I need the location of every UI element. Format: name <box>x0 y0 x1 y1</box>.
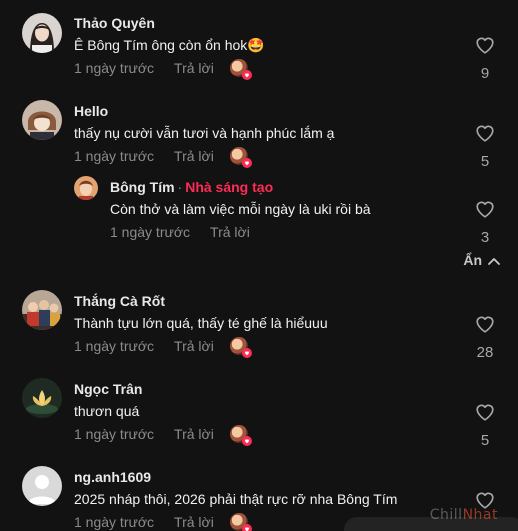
like-count: 9 <box>480 65 490 82</box>
watermark: ChillNhat <box>430 507 498 523</box>
comments-panel: Thảo Quyên Ê Bông Tím ông còn ổn hok🤩 1 … <box>0 0 518 531</box>
heart-outline-icon[interactable] <box>472 36 498 59</box>
avatar[interactable] <box>22 100 62 140</box>
reply-button[interactable]: Trả lời <box>174 337 214 355</box>
heart-badge-icon <box>241 524 252 531</box>
like-count: 5 <box>480 153 490 170</box>
default-avatar-icon[interactable] <box>22 466 62 506</box>
reply-text: Còn thở và làm việc mỗi ngày là uki rồi … <box>110 201 371 217</box>
timestamp: 1 ngày trước <box>74 514 155 530</box>
like-count: 28 <box>476 344 494 361</box>
heart-outline-icon[interactable] <box>472 124 498 147</box>
separator: · <box>177 179 183 195</box>
comment-text: Thành tựu lớn quá, thấy té ghế là hiểuuu <box>74 315 328 331</box>
comment-text: 2025 nháp thôi, 2026 phải thật rực rỡ nh… <box>74 491 398 507</box>
heart-outline-icon[interactable] <box>472 200 498 223</box>
timestamp: 1 ngày trước <box>74 426 155 442</box>
creator-avatar[interactable] <box>74 176 98 200</box>
heart-badge-icon <box>241 70 252 80</box>
creator-liked-avatar <box>229 337 252 358</box>
reply-button[interactable]: Trả lời <box>174 425 214 443</box>
comment-text: Ê Bông Tím ông còn ổn hok🤩 <box>74 37 265 53</box>
creator-liked-avatar <box>229 513 252 531</box>
reply-button[interactable]: Trả lời <box>174 59 214 77</box>
heart-badge-icon <box>241 348 252 358</box>
creator-badge: Nhà sáng tạo <box>185 179 274 195</box>
timestamp: 1 ngày trước <box>74 60 155 76</box>
avatar[interactable] <box>22 378 62 418</box>
like-count: 3 <box>480 229 490 246</box>
creator-liked-avatar <box>229 147 252 168</box>
timestamp: 1 ngày trước <box>74 338 155 354</box>
username[interactable]: Thắng Cà Rốt <box>74 292 328 310</box>
reply-button[interactable]: Trả lời <box>174 147 214 165</box>
watermark-text: Chill <box>429 507 463 523</box>
comment-text: thươn quá <box>74 403 140 419</box>
comment-text: thấy nụ cười vẫn tươi và hạnh phúc lắm ạ <box>74 125 335 141</box>
chevron-up-icon <box>488 252 500 268</box>
reply-button[interactable]: Trả lời <box>210 223 250 241</box>
creator-liked-avatar <box>229 425 252 446</box>
avatar[interactable] <box>22 290 62 330</box>
reply-button[interactable]: Trả lời <box>174 513 214 531</box>
username[interactable]: Hello <box>74 102 334 120</box>
heart-badge-icon <box>241 158 252 168</box>
username[interactable]: Thảo Quyên <box>74 14 265 32</box>
like-count: 5 <box>480 432 490 449</box>
username[interactable]: ng.anh1609 <box>74 468 397 486</box>
creator-username[interactable]: Bông Tím <box>110 179 175 195</box>
watermark-highlight: Nhat <box>462 507 498 523</box>
heart-outline-icon[interactable] <box>472 403 498 426</box>
creator-liked-avatar <box>229 59 252 80</box>
avatar[interactable] <box>22 13 62 53</box>
timestamp: 1 ngày trước <box>74 148 155 164</box>
hide-replies-label: Ẩn <box>463 252 482 268</box>
hide-replies-button[interactable]: Ẩn <box>463 252 500 268</box>
username[interactable]: Ngọc Trân <box>74 380 248 398</box>
heart-outline-icon[interactable] <box>472 315 498 338</box>
heart-badge-icon <box>241 436 252 446</box>
timestamp: 1 ngày trước <box>110 224 191 240</box>
